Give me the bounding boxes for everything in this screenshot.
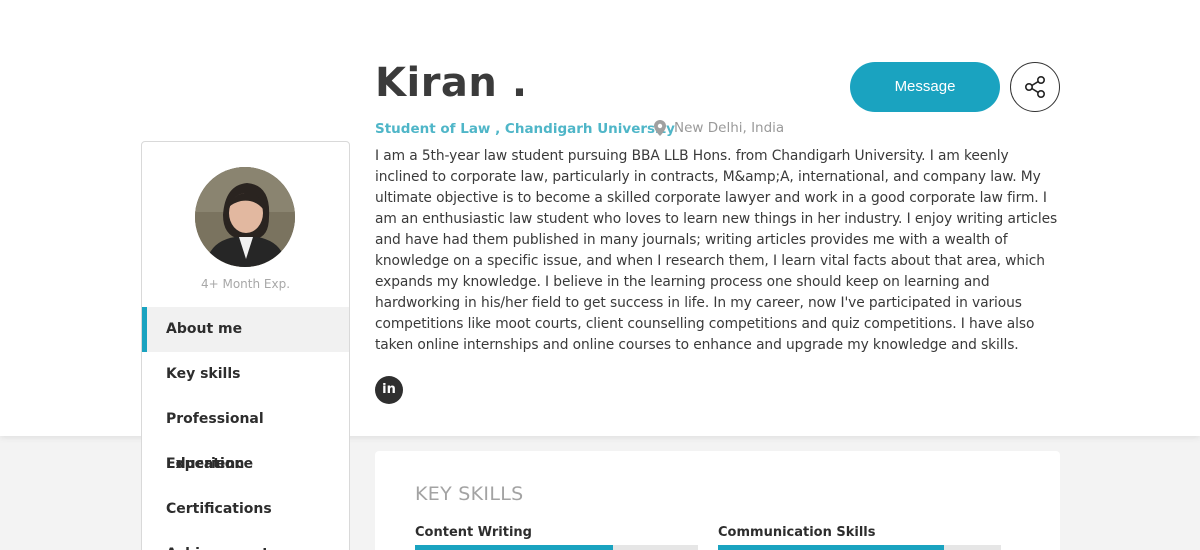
profile-sidebar: 4+ Month Exp. About me Key skills Profes… (141, 141, 350, 550)
profile-subtitle[interactable]: Student of Law , Chandigarh University (375, 121, 675, 137)
location-pin-icon (654, 120, 666, 136)
skill-label: Communication Skills (718, 525, 876, 540)
experience-label: 4+ Month Exp. (200, 277, 291, 291)
sidebar-item-professional-experience[interactable]: Professional Experience (142, 397, 349, 472)
share-button[interactable] (1010, 62, 1060, 112)
key-skills-card: KEY SKILLS Content Writing Communication… (375, 451, 1060, 550)
sidebar-item-certifications[interactable]: Certifications (142, 487, 349, 532)
profile-name: Kiran . (375, 60, 528, 106)
skill-progress-bar (415, 545, 698, 550)
skill-item: Communication Skills (718, 525, 1001, 550)
key-skills-title: KEY SKILLS (415, 483, 524, 505)
sidebar-item-key-skills[interactable]: Key skills (142, 352, 349, 397)
sidebar-nav: About me Key skills Professional Experie… (142, 307, 349, 550)
share-icon (1024, 75, 1046, 99)
skill-item: Content Writing (415, 525, 698, 550)
avatar (195, 167, 295, 267)
message-button[interactable]: Message (850, 62, 1000, 112)
linkedin-icon[interactable]: in (375, 376, 403, 404)
skill-label: Content Writing (415, 525, 532, 540)
sidebar-item-about-me[interactable]: About me (142, 307, 349, 352)
sidebar-item-education[interactable]: Education (142, 442, 349, 487)
profile-bio: I am a 5th-year law student pursuing BBA… (375, 148, 1058, 353)
profile-location: New Delhi, India (654, 120, 784, 136)
location-text: New Delhi, India (674, 120, 785, 136)
sidebar-item-achievements[interactable]: Achievements (142, 532, 349, 550)
skill-progress-fill (415, 545, 614, 550)
skill-progress-fill (718, 545, 945, 550)
skill-progress-bar (718, 545, 1001, 550)
